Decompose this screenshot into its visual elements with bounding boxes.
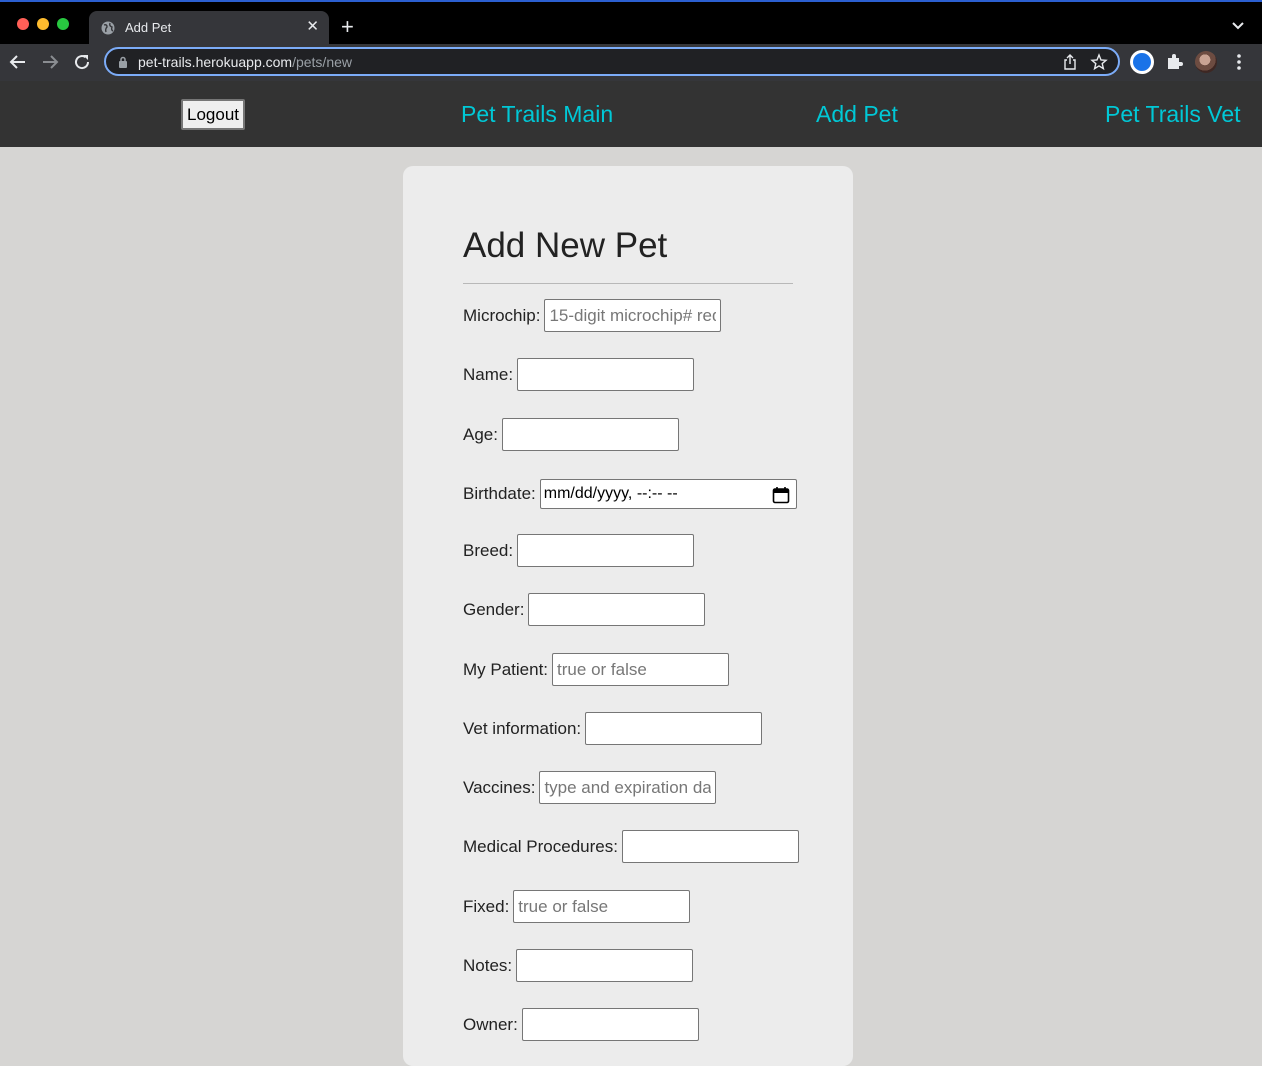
address-bar[interactable]: pet-trails.herokuapp.com/pets/new	[104, 47, 1120, 76]
form-row-notes: Notes:	[463, 949, 694, 982]
age-input[interactable]	[501, 418, 679, 451]
name-label: Name:	[463, 364, 514, 384]
minimize-window-button[interactable]	[37, 18, 49, 30]
share-icon[interactable]	[1062, 54, 1078, 70]
lock-icon	[119, 56, 127, 68]
my-patient-label: My Patient:	[463, 659, 549, 679]
gender-label: Gender:	[463, 599, 525, 619]
extension-icon[interactable]	[1130, 50, 1154, 74]
more-menu-icon[interactable]	[1232, 52, 1246, 72]
medical-procedures-label: Medical Procedures:	[463, 836, 618, 856]
url-path: /pets/new	[292, 54, 353, 70]
logout-button[interactable]: Logout	[181, 99, 245, 130]
form-row-gender: Gender:	[463, 593, 706, 626]
forward-arrow-icon[interactable]	[40, 52, 60, 72]
microchip-label: Microchip:	[463, 305, 541, 325]
nav-link-pet-trails-main[interactable]: Pet Trails Main	[461, 101, 613, 128]
notes-input[interactable]	[516, 949, 694, 982]
form-row-vaccines: Vaccines:	[463, 771, 717, 804]
vaccines-input[interactable]	[539, 771, 717, 804]
close-window-button[interactable]	[17, 18, 29, 30]
reload-icon[interactable]	[72, 52, 92, 72]
birthdate-value: mm/dd/yyyy, --:-- --	[543, 484, 678, 502]
url-text: pet-trails.herokuapp.com/pets/new	[138, 54, 352, 70]
age-label: Age:	[463, 424, 498, 444]
globe-icon	[101, 21, 115, 35]
browser-toolbar: pet-trails.herokuapp.com/pets/new	[0, 44, 1262, 81]
browser-tab-active[interactable]: Add Pet ✕	[89, 11, 329, 46]
vaccines-label: Vaccines:	[463, 777, 536, 797]
microchip-input[interactable]	[544, 299, 722, 332]
birthdate-datetime-input[interactable]: mm/dd/yyyy, --:-- --	[539, 478, 797, 509]
form-row-microchip: Microchip:	[463, 299, 722, 332]
calendar-icon[interactable]	[772, 486, 790, 504]
form-row-name: Name:	[463, 358, 695, 391]
name-input[interactable]	[517, 358, 695, 391]
form-row-owner: Owner:	[463, 1008, 699, 1041]
notes-label: Notes:	[463, 955, 513, 975]
birthdate-label: Birthdate:	[463, 483, 536, 503]
breed-input[interactable]	[517, 534, 695, 567]
page-title: Add New Pet	[463, 226, 668, 265]
fixed-input[interactable]	[513, 890, 691, 923]
profile-avatar[interactable]	[1195, 51, 1217, 73]
extensions-puzzle-icon[interactable]	[1164, 52, 1184, 72]
maximize-window-button[interactable]	[57, 18, 69, 30]
form-row-fixed: Fixed:	[463, 890, 691, 923]
back-arrow-icon[interactable]	[8, 52, 28, 72]
vet-information-input[interactable]	[585, 712, 763, 745]
add-pet-form-card: Add New Pet Microchip: Name: Age: Birthd…	[403, 166, 853, 1066]
breed-label: Breed:	[463, 540, 514, 560]
new-tab-button[interactable]: +	[341, 16, 354, 38]
owner-label: Owner:	[463, 1014, 518, 1034]
close-tab-icon[interactable]: ✕	[306, 18, 319, 36]
form-row-breed: Breed:	[463, 534, 695, 567]
site-nav-bar: Logout Pet Trails Main Add Pet Pet Trail…	[0, 81, 1262, 147]
vet-information-label: Vet information:	[463, 718, 582, 738]
form-row-birthdate: Birthdate: mm/dd/yyyy, --:-- --	[463, 477, 797, 510]
owner-input[interactable]	[521, 1008, 699, 1041]
browser-tab-bar: Add Pet ✕ +	[0, 0, 1262, 46]
nav-link-pet-trails-vet[interactable]: Pet Trails Vet	[1105, 101, 1241, 128]
fixed-label: Fixed:	[463, 896, 510, 916]
my-patient-input[interactable]	[552, 653, 730, 686]
tab-title: Add Pet	[125, 20, 172, 35]
url-host: pet-trails.herokuapp.com	[138, 54, 293, 70]
form-row-medical-procedures: Medical Procedures:	[463, 830, 799, 863]
title-divider	[463, 283, 793, 284]
bookmark-star-icon[interactable]	[1090, 53, 1108, 71]
nav-link-add-pet[interactable]: Add Pet	[816, 101, 898, 128]
chevron-down-icon[interactable]	[1232, 21, 1244, 31]
form-row-my-patient: My Patient:	[463, 653, 730, 686]
gender-input[interactable]	[528, 593, 706, 626]
form-row-age: Age:	[463, 418, 679, 451]
medical-procedures-input[interactable]	[621, 830, 799, 863]
form-row-vet-information: Vet information:	[463, 712, 763, 745]
